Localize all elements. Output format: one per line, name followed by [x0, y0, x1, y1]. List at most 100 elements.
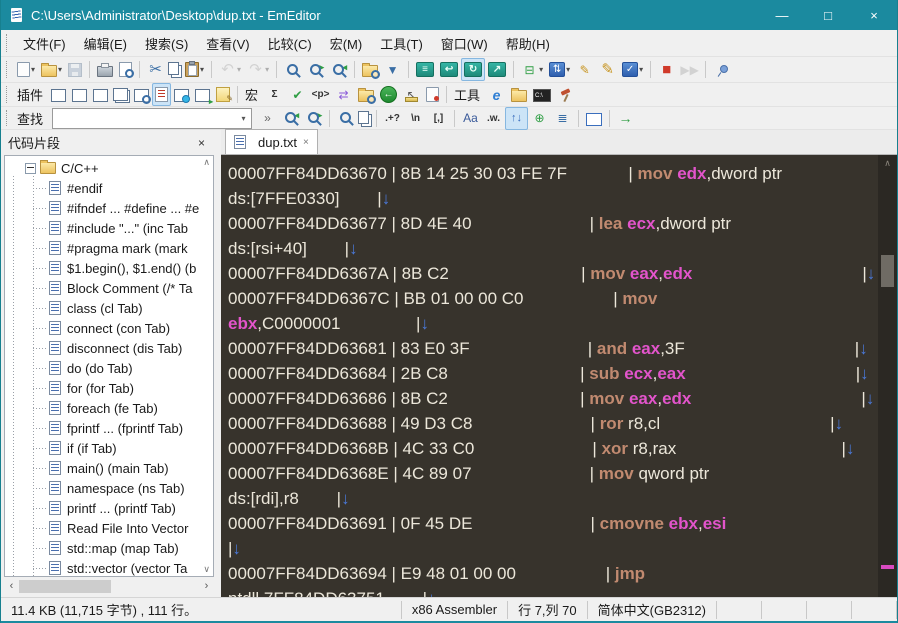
- snippet-item[interactable]: main() (main Tab): [5, 458, 199, 478]
- search-previous-button[interactable]: ◂: [279, 107, 302, 130]
- jump-next-button[interactable]: →: [614, 107, 637, 130]
- paste-button[interactable]: ▾: [182, 58, 207, 81]
- wrap-by-characters-button[interactable]: ↩: [437, 58, 461, 81]
- status-cursor-position[interactable]: 行 7,列 70: [508, 601, 588, 619]
- snippet-item[interactable]: std::map (map Tab): [5, 538, 199, 558]
- snippet-item[interactable]: Block Comment (/* Ta: [5, 278, 199, 298]
- find-next-button[interactable]: ▸: [304, 58, 327, 81]
- list-results-button[interactable]: ≣: [551, 107, 574, 130]
- wrap-by-page-button[interactable]: ↗: [485, 58, 509, 81]
- macro-find-folder-button[interactable]: [355, 83, 377, 106]
- scroll-up-icon[interactable]: ∧: [878, 155, 897, 171]
- macro-stop-doc-button[interactable]: [423, 83, 442, 106]
- snippet-item[interactable]: for (for Tab): [5, 378, 199, 398]
- snippet-item[interactable]: std::vector (vector Ta: [5, 558, 199, 576]
- run-fast-button[interactable]: ▶▶: [678, 58, 701, 81]
- snippet-item[interactable]: fprintf ... (fprintf Tab): [5, 418, 199, 438]
- scroll-left-icon[interactable]: ‹: [4, 579, 19, 594]
- editor-line[interactable]: 00007FF84DD63694 | E9 48 01 00 00 | jmp: [228, 561, 878, 586]
- menu-item-v[interactable]: 查看(V): [197, 30, 258, 56]
- tab-close-icon[interactable]: ×: [303, 137, 309, 148]
- menu-item-c[interactable]: 比较(C): [259, 30, 321, 56]
- combobox-dropdown-icon[interactable]: ▾: [236, 114, 251, 123]
- tree-root-cpp[interactable]: C/C++: [5, 158, 199, 178]
- snippet-item[interactable]: #include "..." (inc Tab: [5, 218, 199, 238]
- plugin-projects-button[interactable]: [48, 83, 69, 106]
- editor-line[interactable]: ebx,C0000001 |↓: [228, 311, 878, 336]
- snippet-item[interactable]: namespace (ns Tab): [5, 478, 199, 498]
- editor-line[interactable]: 00007FF84DD63688 | 49 D3 C8 | ror r8,cl …: [228, 411, 878, 436]
- plugin-snippets-button[interactable]: [152, 83, 171, 106]
- editor-line[interactable]: 00007FF84DD63681 | 83 E0 3F | and eax,3F…: [228, 336, 878, 361]
- sync-scroll-button[interactable]: ⇅▾: [546, 58, 573, 81]
- tab-dup-txt[interactable]: dup.txt ×: [225, 129, 318, 154]
- plugin-outline-text-button[interactable]: [90, 83, 111, 106]
- macro-p-tag-button[interactable]: <p>: [309, 83, 332, 106]
- copy-button[interactable]: [167, 58, 182, 81]
- editor-line[interactable]: 00007FF84DD63691 | 0F 45 DE | cmovne ebx…: [228, 511, 878, 536]
- outline-button[interactable]: ⊟▾: [518, 58, 546, 81]
- find-all-button[interactable]: [334, 107, 357, 130]
- undo-button[interactable]: ↶▾: [216, 58, 244, 81]
- editor-line[interactable]: 00007FF84DD6368E | 4C 89 07 | mov qword …: [228, 461, 878, 486]
- snippet-item[interactable]: #ifndef ... #define ... #e: [5, 198, 199, 218]
- scrollbar-thumb[interactable]: [881, 255, 894, 287]
- snippet-item[interactable]: printf ... (printf Tab): [5, 498, 199, 518]
- new-file-button[interactable]: ▾: [14, 58, 38, 81]
- filter-screen-button[interactable]: [583, 107, 605, 130]
- play-macro-button[interactable]: ✎: [596, 58, 619, 81]
- close-button[interactable]: ×: [851, 0, 897, 30]
- scroll-down-icon[interactable]: ∨: [203, 564, 210, 575]
- incremental-search-button[interactable]: ↑↓: [505, 107, 528, 130]
- editor-line[interactable]: ntdll.7FF84DD63751 |↓: [228, 586, 878, 597]
- number-range-button[interactable]: [,]: [427, 107, 450, 130]
- print-button[interactable]: [94, 58, 116, 81]
- editor-line[interactable]: 00007FF84DD63684 | 2B C8 | sub ecx,eax |…: [228, 361, 878, 386]
- editor-line[interactable]: ds:[7FFE0330] |↓: [228, 186, 878, 211]
- pin-button[interactable]: [710, 58, 732, 81]
- tool-browser-button[interactable]: e: [485, 83, 508, 106]
- snippet-item[interactable]: #pragma mark (mark: [5, 238, 199, 258]
- editor-line[interactable]: |↓: [228, 536, 878, 561]
- plugin-open-documents-button[interactable]: [111, 83, 131, 106]
- macro-select-button[interactable]: ↖: [400, 83, 423, 106]
- menu-item-e[interactable]: 编辑(E): [75, 30, 136, 56]
- macro-validate-button[interactable]: ✔: [286, 83, 309, 106]
- snippet-item[interactable]: foreach (fe Tab): [5, 398, 199, 418]
- scrollbar-thumb[interactable]: [19, 580, 111, 593]
- use-regex-button[interactable]: .+?: [381, 107, 404, 130]
- macro-options-button[interactable]: ✓▾: [619, 58, 646, 81]
- status-syntax[interactable]: x86 Assembler: [402, 601, 508, 619]
- plugin-word-count-button[interactable]: [213, 83, 233, 106]
- snippet-item[interactable]: #endif: [5, 178, 199, 198]
- menu-item-t[interactable]: 工具(T): [371, 30, 432, 56]
- editor-line[interactable]: 00007FF84DD6368B | 4C 33 C0 | xor r8,rax…: [228, 436, 878, 461]
- cut-button[interactable]: ✂: [144, 58, 167, 81]
- match-case-button[interactable]: Aa: [459, 107, 482, 130]
- redo-button[interactable]: ↷▾: [244, 58, 272, 81]
- tool-command-prompt-button[interactable]: C:\: [530, 83, 554, 106]
- editor-line[interactable]: 00007FF84DD6367A | 8B C2 | mov eax,edx |…: [228, 261, 878, 286]
- editor-line[interactable]: 00007FF84DD63670 | 8B 14 25 30 03 FE 7F …: [228, 161, 878, 186]
- wrap-by-window-button[interactable]: ↻: [461, 58, 485, 81]
- whole-word-button[interactable]: .w.: [482, 107, 505, 130]
- menu-item-h[interactable]: 帮助(H): [497, 30, 559, 56]
- overflow-button[interactable]: »: [256, 107, 279, 130]
- scroll-up-icon[interactable]: ∧: [203, 157, 210, 168]
- menu-item-s[interactable]: 搜索(S): [136, 30, 197, 56]
- snippet-item[interactable]: class (cl Tab): [5, 298, 199, 318]
- save-button[interactable]: [65, 58, 85, 81]
- menu-item-w[interactable]: 窗口(W): [432, 30, 497, 56]
- snippet-item[interactable]: $1.begin(), $1.end() (b: [5, 258, 199, 278]
- plugin-html-bar-button[interactable]: [69, 83, 90, 106]
- collapse-icon[interactable]: [25, 163, 36, 174]
- editor-line[interactable]: 00007FF84DD63686 | 8B C2 | mov eax,edx |…: [228, 386, 878, 411]
- minimize-button[interactable]: —: [759, 0, 805, 30]
- macro-sum-button[interactable]: Σ: [263, 83, 286, 106]
- tool-hammer-button[interactable]: [554, 83, 577, 106]
- plugin-search-button[interactable]: [131, 83, 152, 106]
- find-previous-button[interactable]: ◂: [327, 58, 350, 81]
- snippet-item[interactable]: do (do Tab): [5, 358, 199, 378]
- menu-item-f[interactable]: 文件(F): [14, 30, 75, 56]
- copy-results-button[interactable]: [357, 107, 372, 130]
